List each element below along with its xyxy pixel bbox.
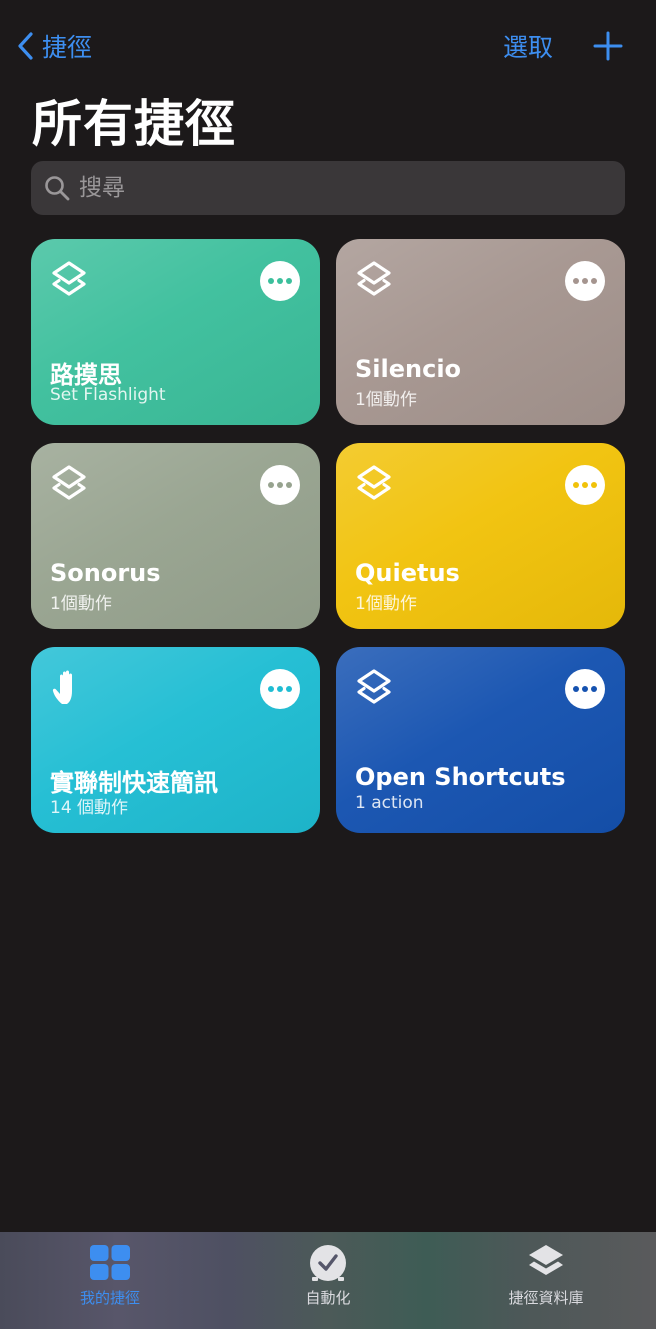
layers-icon [353,667,395,709]
shortcut-card-sonorus[interactable]: Sonorus 1個動作 [31,443,320,629]
back-button[interactable]: 捷徑 [16,28,92,64]
more-options-button[interactable] [260,465,300,505]
more-options-button[interactable] [565,669,605,709]
ellipsis-icon [573,686,579,692]
ellipsis-icon [573,482,579,488]
tab-automation[interactable]: 自動化 [248,1232,408,1329]
search-icon [43,174,71,202]
ellipsis-icon [268,482,274,488]
page-title: 所有捷徑 [32,95,236,153]
shortcut-card-check-in-sms[interactable]: 實聯制快速簡訊 14 個動作 [31,647,320,833]
more-options-button[interactable] [260,261,300,301]
more-options-button[interactable] [565,465,605,505]
more-options-button[interactable] [565,261,605,301]
ellipsis-icon [573,278,579,284]
layers-icon [353,463,395,505]
tab-bar: 我的捷徑 自動化 捷徑資料庫 [0,1232,656,1329]
chevron-left-icon [16,31,34,61]
grid-icon [89,1243,131,1283]
layers-icon [525,1243,567,1283]
tab-gallery[interactable]: 捷徑資料庫 [466,1232,626,1329]
tab-label: 捷徑資料庫 [508,1289,584,1307]
ellipsis-icon [268,686,274,692]
shortcut-card-silencio[interactable]: Silencio 1個動作 [336,239,625,425]
shortcut-card-lumos[interactable]: 路摸思 Set Flashlight [31,239,320,425]
more-options-button[interactable] [260,669,300,709]
search-bar[interactable] [31,161,625,215]
plus-icon [592,31,624,66]
shortcut-name: Quietus [355,559,460,587]
shortcut-subtitle: 1個動作 [355,594,417,614]
add-button[interactable] [592,30,624,62]
shortcut-subtitle: 1個動作 [355,390,417,410]
shortcut-subtitle: 14 個動作 [50,798,129,818]
shortcut-card-quietus[interactable]: Quietus 1個動作 [336,443,625,629]
tab-my-shortcuts[interactable]: 我的捷徑 [30,1232,190,1329]
shortcut-subtitle: Set Flashlight [50,385,166,405]
shortcut-name: Silencio [355,355,462,383]
shortcuts-screen: 捷徑 選取 所有捷徑 搜尋 路摸思 Set Flashlight Silenci… [0,0,656,1329]
layers-icon [48,259,90,301]
select-button[interactable]: 選取 [503,28,553,64]
ellipsis-icon [268,278,274,284]
search-input[interactable] [79,175,625,201]
layers-icon [353,259,395,301]
shortcut-card-open-shortcuts[interactable]: Open Shortcuts 1 action [336,647,625,833]
layers-icon [48,463,90,505]
back-label: 捷徑 [42,33,93,62]
tab-label: 自動化 [305,1289,351,1307]
tab-label: 我的捷徑 [79,1289,140,1307]
clock-check-icon [307,1243,349,1283]
shortcut-subtitle: 1個動作 [50,594,112,614]
shortcut-subtitle: 1 action [355,793,424,813]
shortcut-name: Open Shortcuts [355,763,566,791]
hand-icon [48,667,90,709]
shortcut-name: Sonorus [50,559,161,587]
